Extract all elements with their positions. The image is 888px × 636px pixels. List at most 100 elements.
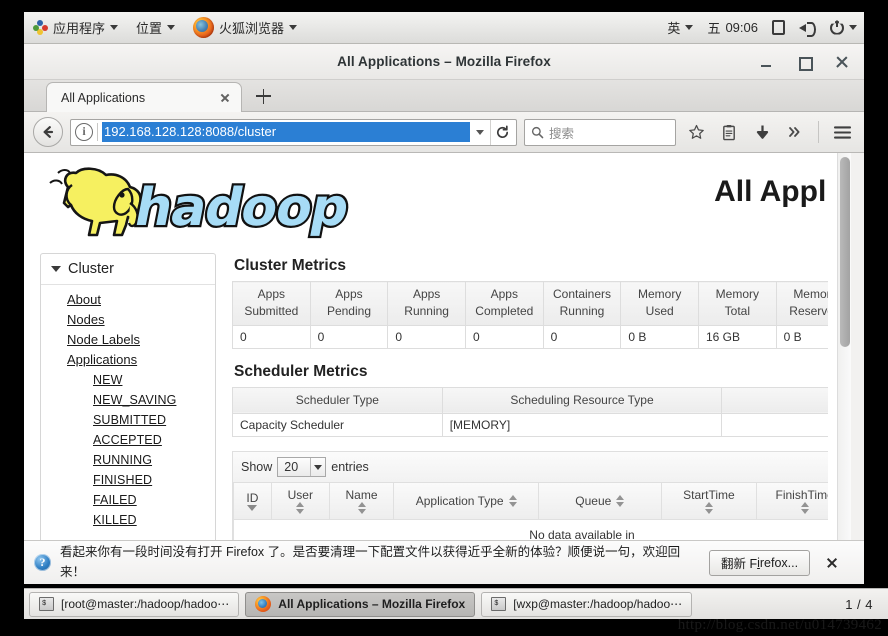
- sidebar-item-state-finished[interactable]: FINISHED: [93, 471, 215, 489]
- input-method-indicator[interactable]: 英: [660, 18, 700, 37]
- col-starttime[interactable]: StartTime: [660, 483, 758, 521]
- sidebar: Cluster About Nodes Node Labels Applicat…: [40, 253, 216, 569]
- col-finishtime[interactable]: FinishTime: [756, 483, 828, 521]
- col-line2: Running: [559, 304, 605, 319]
- url-bar[interactable]: i 192.168.128.128:8088/cluster: [70, 118, 517, 146]
- minimize-button[interactable]: [758, 54, 774, 70]
- sidebar-group-cluster[interactable]: Cluster: [41, 254, 215, 285]
- sidebar-item-label[interactable]: Node Labels: [67, 332, 140, 347]
- sidebar-item-state-submitted[interactable]: SUBMITTED: [93, 411, 215, 429]
- col-label: StartTime: [683, 488, 735, 503]
- hadoop-logo: hadoop: [42, 165, 372, 243]
- sidebar-item-nodes[interactable]: Nodes: [67, 311, 215, 329]
- downloads-button[interactable]: [749, 117, 775, 147]
- sidebar-item-state-killed[interactable]: KILLED: [93, 511, 215, 529]
- col-name[interactable]: Name: [328, 483, 395, 521]
- display-settings-button[interactable]: [765, 20, 792, 35]
- col-line1: Containers: [552, 287, 612, 301]
- col-line1: Apps: [257, 287, 285, 301]
- menu-firefox-label: 火狐浏览器: [219, 21, 285, 36]
- sidebar-item-state-new[interactable]: NEW: [93, 371, 215, 389]
- menu-firefox[interactable]: 火狐浏览器: [184, 12, 306, 43]
- col-label: Name: [345, 488, 378, 503]
- sidebar-state-label[interactable]: KILLED: [93, 513, 137, 527]
- col-application-type[interactable]: Application Type: [393, 483, 540, 521]
- sidebar-item-state-running[interactable]: RUNNING: [93, 451, 215, 469]
- sidebar-state-label[interactable]: RUNNING: [93, 453, 152, 467]
- show-label: Show: [241, 460, 273, 475]
- menu-places[interactable]: 位置: [127, 12, 184, 43]
- power-menu-button[interactable]: [823, 20, 864, 35]
- col-queue[interactable]: Queue: [538, 483, 662, 521]
- navigation-toolbar: i 192.168.128.128:8088/cluster 搜索: [24, 112, 864, 153]
- tab-label: All Applications: [61, 90, 146, 105]
- overflow-menu-button[interactable]: [782, 117, 808, 147]
- bookmark-star-button[interactable]: [683, 117, 709, 147]
- cell-apps-pending: 0: [309, 324, 389, 349]
- close-window-button[interactable]: [834, 54, 850, 70]
- workspace-indicator[interactable]: 1 / 4: [835, 597, 883, 612]
- taskbar-item-root-terminal[interactable]: $ [root@master:/hadoop/hadoo⋯: [29, 591, 240, 617]
- taskbar-item-wxp-terminal[interactable]: $ [wxp@master:/hadoop/hadoo⋯: [481, 591, 693, 617]
- sidebar-state-label[interactable]: FAILED: [93, 493, 137, 507]
- sort-both-icon: [296, 502, 305, 515]
- sidebar-state-label[interactable]: FINISHED: [93, 473, 152, 487]
- menu-applications[interactable]: 应用程序: [24, 12, 127, 43]
- site-info-icon[interactable]: i: [75, 123, 93, 141]
- url-input[interactable]: 192.168.128.128:8088/cluster: [102, 122, 470, 142]
- sidebar-panel: Cluster About Nodes Node Labels Applicat…: [40, 253, 216, 569]
- page-size-select[interactable]: 20: [277, 457, 327, 478]
- back-button[interactable]: [33, 117, 63, 147]
- taskbar-item-firefox[interactable]: All Applications – Mozilla Firefox: [245, 591, 476, 617]
- sidebar-item-label[interactable]: Applications: [67, 352, 137, 367]
- col-line2: Total: [724, 304, 750, 319]
- sidebar-item-label[interactable]: About: [67, 292, 101, 307]
- hamburger-menu-button[interactable]: [829, 117, 855, 147]
- col-id[interactable]: ID: [233, 483, 272, 521]
- search-bar[interactable]: 搜索: [524, 118, 676, 146]
- maximize-button[interactable]: [796, 54, 813, 71]
- datatable-length-control: Show 20 entries: [233, 452, 828, 484]
- sidebar-item-about[interactable]: About: [67, 291, 215, 309]
- viewport-edge: [851, 153, 864, 583]
- close-icon[interactable]: [823, 554, 841, 572]
- sidebar-item-state-accepted[interactable]: ACCEPTED: [93, 431, 215, 449]
- sidebar-state-label[interactable]: ACCEPTED: [93, 433, 162, 447]
- vertical-scrollbar[interactable]: [837, 153, 851, 569]
- question-mark-icon: ?: [34, 554, 51, 571]
- sidebar-item-state-new-saving[interactable]: NEW_SAVING: [93, 391, 215, 409]
- col-user[interactable]: User: [270, 483, 330, 521]
- library-button[interactable]: [716, 117, 742, 147]
- refresh-firefox-label-post: refox...: [759, 555, 799, 570]
- scheduler-metrics-heading: Scheduler Metrics: [234, 362, 368, 380]
- sidebar-state-label[interactable]: NEW: [93, 373, 122, 387]
- cluster-metrics-table: Apps Submitted Apps Pending Apps Running…: [232, 281, 828, 349]
- new-tab-button[interactable]: [248, 81, 278, 111]
- reload-button[interactable]: [490, 119, 514, 145]
- refresh-firefox-button[interactable]: 翻新 Fi refox...: [709, 549, 811, 576]
- sidebar-item-node-labels[interactable]: Node Labels: [67, 331, 215, 349]
- cell-scheduler-type: Capacity Scheduler: [232, 413, 443, 438]
- sidebar-state-label[interactable]: SUBMITTED: [93, 413, 166, 427]
- tab-all-applications[interactable]: All Applications: [46, 82, 242, 112]
- scrollbar-thumb[interactable]: [840, 157, 850, 347]
- search-input[interactable]: 搜索: [549, 123, 574, 142]
- sort-both-icon: [508, 495, 517, 508]
- cell-apps-running: 0: [387, 324, 466, 349]
- clock[interactable]: 五 09:06: [700, 18, 765, 37]
- sidebar-item-state-failed[interactable]: FAILED: [93, 491, 215, 509]
- col-line2: Reserved: [789, 304, 828, 319]
- table-row: 0 0 0 0 0 0 B 16 GB 0 B 0: [232, 324, 828, 349]
- sidebar-state-label[interactable]: NEW_SAVING: [93, 393, 176, 407]
- cluster-metrics-heading: Cluster Metrics: [234, 257, 346, 274]
- url-history-dropdown-button[interactable]: [470, 120, 490, 145]
- sidebar-item-label[interactable]: Nodes: [67, 312, 105, 327]
- sidebar-item-applications[interactable]: Applications NEW NEW_SAVING SUBMITTED AC…: [67, 351, 215, 529]
- menu-applications-label: 应用程序: [53, 21, 106, 36]
- col-line1: Apps: [412, 287, 441, 301]
- search-icon: [531, 126, 544, 138]
- firefox-notification-bar: ? 看起来你有一段时间没有打开 Firefox 了。是否要清理一下配置文件以获得…: [24, 540, 864, 584]
- volume-button[interactable]: [792, 21, 823, 37]
- close-icon[interactable]: [217, 90, 233, 106]
- col-label: FinishTime: [775, 488, 828, 503]
